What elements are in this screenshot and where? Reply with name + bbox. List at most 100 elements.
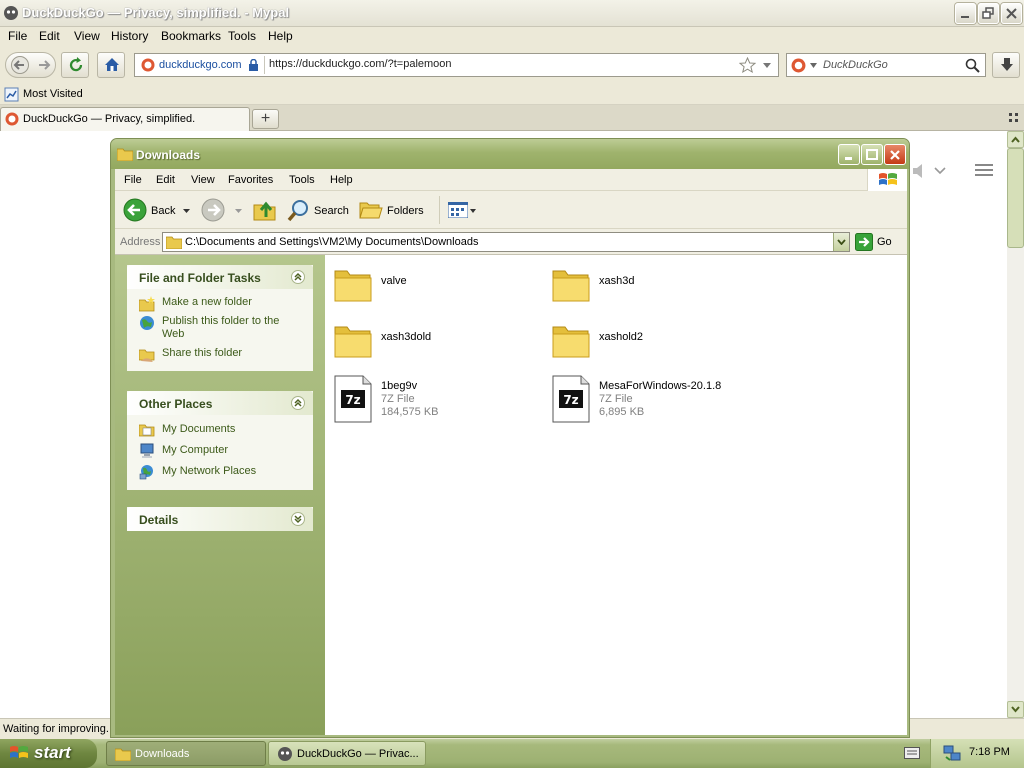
restore-button[interactable] xyxy=(978,3,999,24)
folder-icon xyxy=(117,148,133,161)
scroll-down-button[interactable] xyxy=(1007,701,1024,718)
explorer-window[interactable]: Downloads File Edit View Favorites Tools… xyxy=(110,138,910,738)
site-identity[interactable]: duckduckgo.com xyxy=(137,56,265,74)
task-publish-to-web[interactable]: Publish this folder to the Web xyxy=(127,312,313,344)
close-button[interactable] xyxy=(1001,3,1022,24)
menu-help[interactable]: Help xyxy=(268,29,293,43)
search-button[interactable]: Search xyxy=(285,196,351,224)
folders-button[interactable]: Folders xyxy=(357,196,429,224)
explorer-maximize-button[interactable] xyxy=(861,144,883,165)
double-chevron-up-icon xyxy=(294,272,302,281)
dropdown-arrow-icon[interactable] xyxy=(762,62,772,69)
start-button[interactable]: start xyxy=(0,739,97,768)
menu-file[interactable]: File xyxy=(8,29,27,43)
scroll-up-icon xyxy=(1011,136,1020,143)
explorer-menu-view[interactable]: View xyxy=(191,174,215,186)
file-list: valve xash3d xash3dold xashold2 7z 1beg9… xyxy=(325,255,907,735)
file-folder-tasks-header[interactable]: File and Folder Tasks xyxy=(127,265,313,289)
details-header[interactable]: Details xyxy=(127,507,313,531)
most-visited-icon xyxy=(4,87,19,102)
file-name: MesaForWindows-20.1.8 xyxy=(599,380,722,392)
taskbar-item-browser[interactable]: DuckDuckGo — Privac... xyxy=(268,741,426,766)
menu-history[interactable]: History xyxy=(111,29,148,43)
back-forward-button[interactable] xyxy=(5,52,56,78)
back-button[interactable]: Back xyxy=(121,196,190,224)
file-type: 7Z File xyxy=(599,393,633,405)
bookmark-most-visited[interactable]: Most Visited xyxy=(23,88,83,100)
collapse-button[interactable] xyxy=(291,270,305,284)
network-icon[interactable] xyxy=(943,745,961,762)
up-folder-button[interactable] xyxy=(251,196,279,224)
scroll-thumb[interactable] xyxy=(1007,148,1024,248)
explorer-menu-favorites[interactable]: Favorites xyxy=(228,174,273,186)
browser-title-bar[interactable]: DuckDuckGo — Privacy, simplified. - Mypa… xyxy=(0,0,1024,27)
reload-button[interactable] xyxy=(61,52,89,78)
file-folder-tasks-title: File and Folder Tasks xyxy=(139,271,261,285)
menu-bookmarks[interactable]: Bookmarks xyxy=(161,29,221,43)
explorer-minimize-button[interactable] xyxy=(838,144,860,165)
folder-item[interactable]: valve xyxy=(333,265,543,311)
hamburger-menu-icon[interactable] xyxy=(975,163,993,177)
page-scrollbar[interactable] xyxy=(1007,131,1024,718)
7z-file-icon: 7z xyxy=(334,375,372,423)
windows-flag-icon xyxy=(10,746,28,758)
tab-duckduckgo[interactable]: DuckDuckGo — Privacy, simplified. xyxy=(0,107,250,131)
tasks-pane: File and Folder Tasks Make a new folder … xyxy=(115,255,325,735)
views-icon xyxy=(448,202,468,218)
menu-tools[interactable]: Tools xyxy=(228,29,256,43)
folder-item[interactable]: xash3d xyxy=(551,265,761,311)
search-icon[interactable] xyxy=(965,58,980,73)
bookmark-star-icon[interactable] xyxy=(739,57,756,74)
home-button[interactable] xyxy=(97,52,125,78)
task-label: Make a new folder xyxy=(162,296,252,308)
bookmarks-toolbar: Most Visited xyxy=(0,85,1024,105)
7z-file-icon: 7z xyxy=(552,375,590,423)
keyboard-icon[interactable] xyxy=(904,747,920,759)
file-item[interactable]: 7z 1beg9v 7Z File 184,575 KB xyxy=(333,375,543,425)
address-input[interactable]: C:\Documents and Settings\VM2\My Documen… xyxy=(162,232,850,252)
go-label: Go xyxy=(877,236,892,248)
collapse-button[interactable] xyxy=(291,396,305,410)
place-my-network-places[interactable]: My Network Places xyxy=(127,461,313,482)
forward-button[interactable] xyxy=(199,196,245,224)
file-item[interactable]: 7z MesaForWindows-20.1.8 7Z File 6,895 K… xyxy=(551,375,761,425)
explorer-menu-file[interactable]: File xyxy=(124,174,142,186)
expand-button[interactable] xyxy=(291,512,305,526)
menu-view[interactable]: View xyxy=(74,29,100,43)
place-my-computer[interactable]: My Computer xyxy=(127,440,313,461)
search-bar[interactable]: DuckDuckGo xyxy=(786,53,986,77)
new-tab-button[interactable]: + xyxy=(252,109,279,129)
task-make-new-folder[interactable]: Make a new folder xyxy=(127,293,313,312)
explorer-menu-edit[interactable]: Edit xyxy=(156,174,175,186)
minimize-button[interactable] xyxy=(955,3,976,24)
address-dropdown-button[interactable] xyxy=(833,233,849,251)
explorer-close-button[interactable] xyxy=(884,144,906,165)
back-dropdown-icon xyxy=(183,209,190,213)
url-bar[interactable]: duckduckgo.com https://duckduckgo.com/?t… xyxy=(134,53,779,77)
downloads-button[interactable] xyxy=(992,52,1020,78)
menu-edit[interactable]: Edit xyxy=(39,29,60,43)
scroll-up-button[interactable] xyxy=(1007,131,1024,148)
taskbar-item-label: Downloads xyxy=(135,748,190,760)
folder-item[interactable]: xashold2 xyxy=(551,321,761,367)
explorer-menu-help[interactable]: Help xyxy=(330,174,353,186)
explorer-menu-tools[interactable]: Tools xyxy=(289,174,315,186)
tab-list-icon[interactable] xyxy=(1009,113,1019,123)
search-engine-icon[interactable] xyxy=(791,58,806,73)
new-folder-icon xyxy=(139,296,155,312)
clock[interactable]: 7:18 PM xyxy=(969,746,1010,758)
chevron-down-icon[interactable] xyxy=(934,167,946,175)
back-arrow-icon xyxy=(11,56,29,74)
other-places-header[interactable]: Other Places xyxy=(127,391,313,415)
go-button[interactable]: Go xyxy=(853,232,903,252)
place-my-documents[interactable]: My Documents xyxy=(127,419,313,440)
task-share-folder[interactable]: Share this folder xyxy=(127,344,313,363)
explorer-title-bar[interactable]: Downloads xyxy=(111,139,909,169)
folders-label: Folders xyxy=(387,205,424,217)
views-button[interactable] xyxy=(439,196,477,224)
taskbar-item-downloads[interactable]: Downloads xyxy=(106,741,266,766)
download-arrow-icon xyxy=(1001,58,1013,71)
folder-item[interactable]: xash3dold xyxy=(333,321,543,367)
go-arrow-icon xyxy=(855,233,873,251)
double-chevron-up-icon xyxy=(294,398,302,407)
